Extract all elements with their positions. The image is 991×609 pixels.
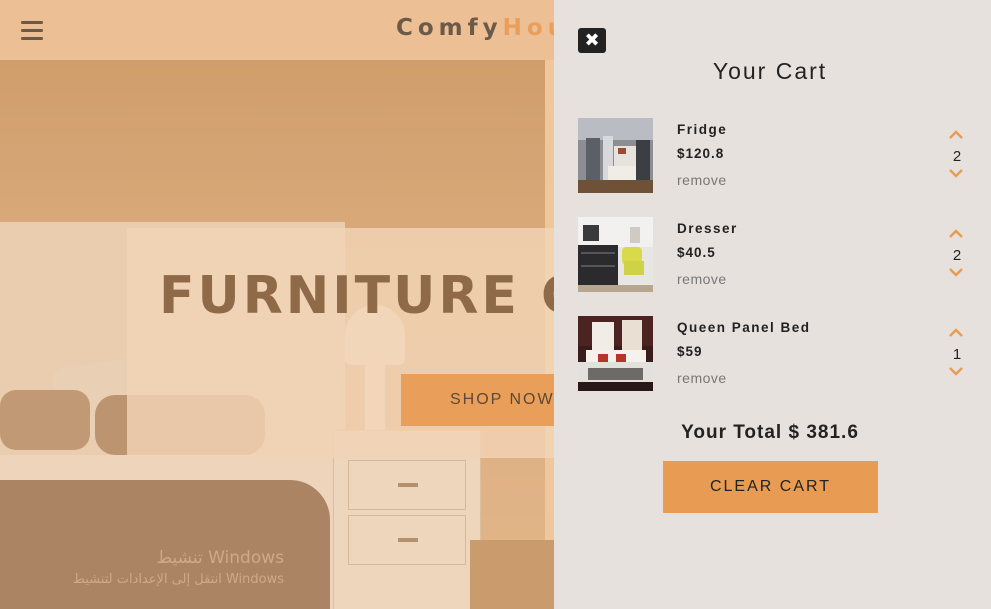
chevron-down-icon[interactable]: [949, 168, 963, 178]
item-quantity: 1: [952, 346, 962, 363]
cart-overlay[interactable]: [0, 0, 554, 609]
cart-item: Fridge $120.8 remove 2: [578, 118, 973, 194]
remove-item-button[interactable]: remove: [677, 271, 727, 287]
item-name: Dresser: [677, 221, 738, 236]
cart-item: Dresser $40.5 remove 2: [578, 217, 973, 293]
chevron-down-icon[interactable]: [949, 267, 963, 277]
clear-cart-button[interactable]: CLEAR CART: [663, 461, 878, 513]
cart-title: Your Cart: [712, 58, 828, 84]
item-name: Fridge: [677, 122, 728, 137]
item-image-dresser: [578, 217, 653, 292]
chevron-up-icon[interactable]: [949, 328, 963, 338]
remove-item-button[interactable]: remove: [677, 370, 727, 386]
cart-total: Your Total $ 381.6: [681, 422, 859, 443]
close-cart-button[interactable]: ✖: [578, 28, 606, 53]
item-price: $40.5: [677, 245, 716, 260]
item-price: $120.8: [677, 146, 725, 161]
cart-panel: ✖ Your Cart Fridge $120.8 remove 2 Dress…: [554, 0, 991, 609]
remove-item-button[interactable]: remove: [677, 172, 727, 188]
item-quantity: 2: [952, 148, 962, 165]
item-price: $59: [677, 344, 703, 359]
chevron-up-icon[interactable]: [949, 130, 963, 140]
item-image-fridge: [578, 118, 653, 193]
item-name: Queen Panel Bed: [677, 320, 811, 335]
item-quantity: 2: [952, 247, 962, 264]
item-image-queen-panel-bed: [578, 316, 653, 391]
close-icon: ✖: [584, 30, 600, 51]
chevron-down-icon[interactable]: [949, 366, 963, 376]
chevron-up-icon[interactable]: [949, 229, 963, 239]
cart-item: Queen Panel Bed $59 remove 1: [578, 316, 973, 392]
